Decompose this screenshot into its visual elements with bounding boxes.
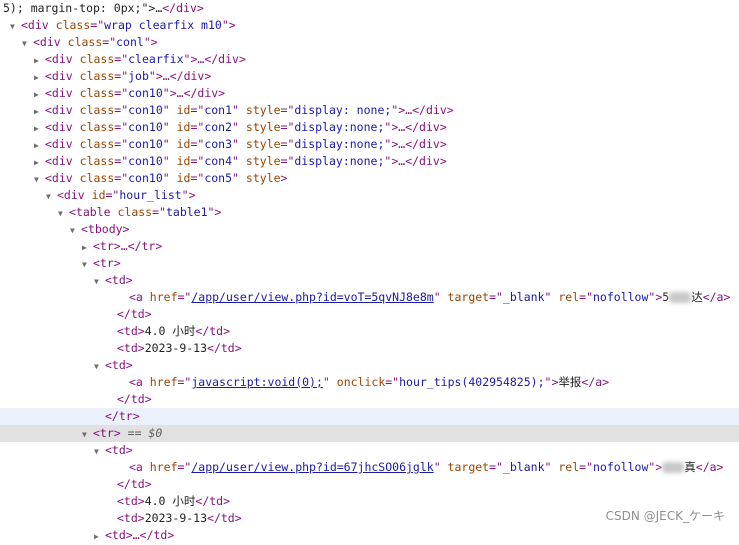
dom-node-line[interactable]: ▶ <td>…</td> — [0, 527, 739, 544]
dom-node-markup: <div class="job">…</div> — [45, 69, 212, 83]
dom-node-line[interactable]: ▼ <div class="wrap clearfix m10"> — [0, 17, 739, 34]
expand-triangle-icon[interactable]: ▼ — [94, 358, 105, 375]
collapse-triangle-icon[interactable]: ▶ — [34, 120, 45, 137]
collapse-triangle-icon[interactable]: ▶ — [82, 239, 93, 256]
expand-triangle-icon[interactable]: ▼ — [58, 205, 69, 222]
dom-node-line[interactable]: </tr> — [0, 408, 739, 425]
dom-node-markup: <a href="/app/user/view.php?id=voT=5qvNJ… — [129, 290, 731, 304]
dom-node-markup: <div class="con10">…</div> — [45, 86, 226, 100]
dom-node-line[interactable]: ▶ <div class="con10" id="con1" style="dis… — [0, 102, 739, 119]
dom-node-line[interactable]: ▼ <td> — [0, 442, 739, 459]
expand-triangle-icon[interactable]: ▼ — [46, 188, 57, 205]
dom-node-line[interactable]: ▶ <div class="con10" id="con3" style="dis… — [0, 136, 739, 153]
dom-node-markup: <td>2023-9-13</td> — [117, 341, 242, 355]
dom-node-line[interactable]: ▼ <tr> — [0, 255, 739, 272]
dom-node-markup: <td>4.0 小时</td> — [117, 324, 231, 338]
dom-node-line[interactable]: ▶ <div class="con10" id="con2" style="dis… — [0, 119, 739, 136]
dom-node-line[interactable]: ▶ <div class="con10">…</div> — [0, 85, 739, 102]
dom-node-markup: <tr> — [93, 256, 121, 270]
dom-node-markup: <div class="con10" id="con5" style> — [45, 171, 288, 185]
dom-node-markup: <td>2023-9-13</td> — [117, 511, 242, 525]
dom-node-line[interactable]: 5); margin-top: 0px;">…</div> — [0, 0, 739, 17]
attribute-link[interactable]: javascript:void(0); — [191, 375, 323, 389]
dom-node-line[interactable]: ▼ <div class="con10" id="con5" style> — [0, 170, 739, 187]
collapse-triangle-icon[interactable]: ▶ — [34, 154, 45, 171]
dom-node-markup: <div class="con10" id="con1" style="disp… — [45, 103, 454, 117]
dom-node-line[interactable]: ▶ <tr>…</tr> — [0, 238, 739, 255]
dom-node-line[interactable]: <a href="javascript:void(0);" onclick="h… — [0, 374, 739, 391]
dom-node-line[interactable]: ▼ <tbody> — [0, 221, 739, 238]
dom-node-markup: <div class="con10" id="con3" style="disp… — [45, 137, 447, 151]
dom-node-line[interactable]: ▼ <div class="conl"> — [0, 34, 739, 51]
dom-node-markup: <tr>…</tr> — [93, 239, 163, 253]
dom-node-markup: <td>4.0 小时</td> — [117, 494, 231, 508]
dom-node-markup: <a href="javascript:void(0);" onclick="h… — [129, 375, 610, 389]
expand-triangle-icon[interactable]: ▼ — [22, 35, 33, 52]
attribute-link[interactable]: /app/user/view.php?id=voT=5qvNJ8e8m — [191, 290, 433, 304]
attribute-link[interactable]: /app/user/view.php?id=67jhcSO06jglk — [191, 460, 433, 474]
dom-node-markup: </td> — [117, 477, 152, 491]
dom-node-line[interactable]: </td> — [0, 476, 739, 493]
collapse-triangle-icon[interactable]: ▶ — [34, 52, 45, 69]
expand-triangle-icon[interactable]: ▼ — [94, 443, 105, 460]
watermark: CSDN @JECK_ケーキ — [605, 509, 725, 523]
dom-node-line[interactable]: ▼ <td> — [0, 272, 739, 289]
dom-node-markup: <div class="conl"> — [33, 35, 158, 49]
dom-node-markup: <td>…</td> — [105, 528, 175, 542]
dom-node-line[interactable]: </td> — [0, 391, 739, 408]
expand-triangle-icon[interactable]: ▼ — [10, 18, 21, 35]
collapse-triangle-icon[interactable]: ▶ — [94, 528, 105, 545]
dom-node-markup: </td> — [117, 392, 152, 406]
dom-node-line[interactable]: ▶ <div class="con10" id="con4" style="dis… — [0, 153, 739, 170]
dom-node-line[interactable]: ▼ <table class="table1"> — [0, 204, 739, 221]
dom-node-markup: <div class="con10" id="con4" style="disp… — [45, 154, 447, 168]
dom-node-line[interactable]: ▼ <td> — [0, 357, 739, 374]
collapse-triangle-icon[interactable]: ▶ — [34, 86, 45, 103]
expand-triangle-icon[interactable]: ▼ — [34, 171, 45, 188]
dom-node-line[interactable]: ▼ <div id="hour_list"> — [0, 187, 739, 204]
expand-triangle-icon[interactable]: ▼ — [94, 273, 105, 290]
dom-node-markup: <div id="hour_list"> — [57, 188, 196, 202]
dom-node-line[interactable]: <td>2023-9-13</td> — [0, 340, 739, 357]
dom-node-line[interactable]: ▶ <div class="clearfix">…</div> — [0, 51, 739, 68]
dom-node-markup: <tbody> — [81, 222, 130, 236]
expand-triangle-icon[interactable]: ▼ — [70, 222, 81, 239]
dom-node-line[interactable]: <a href="/app/user/view.php?id=voT=5qvNJ… — [0, 289, 739, 306]
redacted-text — [662, 462, 685, 473]
dom-node-markup: <div class="con10" id="con2" style="disp… — [45, 120, 447, 134]
collapse-triangle-icon[interactable]: ▶ — [34, 69, 45, 86]
dom-node-markup: <td> — [105, 273, 133, 287]
dom-node-markup: <td> — [105, 358, 133, 372]
dom-node-line[interactable]: ▶ <div class="job">…</div> — [0, 68, 739, 85]
elements-tree: 5); margin-top: 0px;">…</div> ▼ <div class… — [0, 0, 739, 544]
dom-node-markup: <tr> == $0 — [93, 426, 163, 440]
dom-node-line[interactable]: <td>4.0 小时</td> — [0, 323, 739, 340]
dom-node-markup: <a href="/app/user/view.php?id=67jhcSO06… — [129, 460, 724, 474]
expand-triangle-icon[interactable]: ▼ — [82, 426, 93, 443]
dom-node-markup: <div class="wrap clearfix m10"> — [21, 18, 236, 32]
redacted-text — [669, 292, 692, 303]
collapse-triangle-icon[interactable]: ▶ — [34, 137, 45, 154]
dom-node-markup: </tr> — [105, 409, 140, 423]
dom-node-markup: <td> — [105, 443, 133, 457]
dom-node-line[interactable]: </td> — [0, 306, 739, 323]
dom-node-markup: <table class="table1"> — [69, 205, 222, 219]
dom-node-line[interactable]: <a href="/app/user/view.php?id=67jhcSO06… — [0, 459, 739, 476]
dom-node-markup: 5); margin-top: 0px;">…</div> — [3, 1, 204, 15]
dom-node-line[interactable]: ▼ <tr> == $0 — [0, 425, 739, 442]
expand-triangle-icon[interactable]: ▼ — [82, 256, 93, 273]
collapse-triangle-icon[interactable]: ▶ — [34, 103, 45, 120]
dom-node-markup: </td> — [117, 307, 152, 321]
dom-node-markup: <div class="clearfix">…</div> — [45, 52, 246, 66]
